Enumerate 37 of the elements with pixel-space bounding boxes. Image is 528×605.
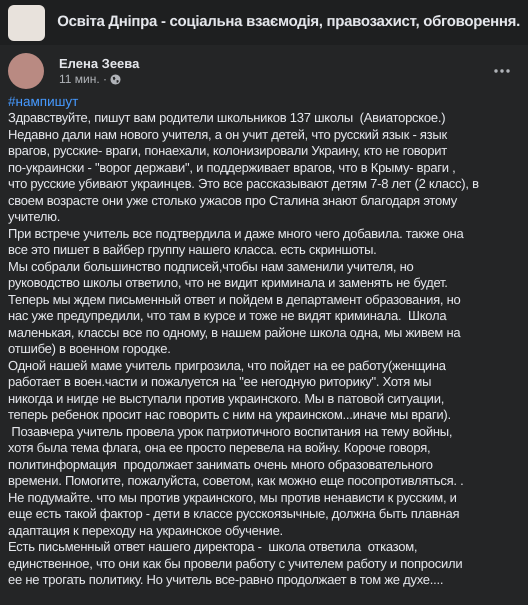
post-text-line: хотя была тема флага, она ее просто перевела на войну. Короче говоря, [8,440,430,456]
author-name[interactable]: Елена Зеева [59,54,140,72]
post-text-line: по-украински - "ворог держави", и поддерживает врагов, что в Крыму- враги , [8,160,456,176]
post-text-line: отшибе) в военном городке. [8,341,171,358]
avatar[interactable] [8,52,44,88]
post-text-line: маленькая, классы все по одному, в нашем районе школа одна, мы живем на [8,324,460,341]
post-text-line: еще есть такой фактор - дети в классе русскоязычные, должна быть плавная [8,506,460,522]
post-text-line: Не подумайте. что мы против украинского, мы против ненависти к русским, и [8,490,457,506]
post-text-line: единственное, что они как бы провели работу с учителем работу и попросили [8,556,462,572]
post-text-line: времени. Помогите, пожалуйста, советом, как можно еще посопротивляться. . [8,473,464,490]
post-text-line: Теперь мы ждем письменный ответ и пойдем в департамент образования, но [8,292,461,308]
post-text-line: ее не трогать политику. Но учитель все-равно продолжает в том же духе.... [8,572,444,588]
hashtag-link[interactable]: #нампишут [8,93,78,110]
post-text-line: учителю. [8,209,60,226]
post-text-line: что русские убивают украинцев. Это все рассказывают детям 7-8 лет (2 класс), в [8,176,479,192]
post-text-line: никогда и нигде не выступали против украинского. Мы в патовой ситуации, [8,390,444,407]
globe-icon [110,74,122,84]
post-text-line: работает в воен.части и пожалуется на "ее негодную риторику". Хотя мы [8,374,432,390]
post-text-line: политинформация продолжает занимать очень много образовательного [8,456,433,473]
post-text-line: своем возрасте они уже столько ужасов про Сталина знают благодаря этому [8,192,458,209]
post-text-line: врагов, русские- враги, понаехали, колонизировали Украину, кто не говорит [8,143,447,160]
post-text-line: Здравствуйте, пишут вам родители школьников 137 школы (Авиаторское.) [8,110,446,126]
post-text-line: Мы собрали большинство подписей,чтобы нам заменили учителя, но [8,258,414,275]
post-text-line: все это пишет в вайбер группу нашего класса. есть скриншоты. [8,242,377,258]
post-text-line: Одной нашей маме учитель пригрозила, что пойдет на ее работу(женщина [8,358,446,374]
post-text-line: теперь ребенок просит нас говорить с ним на украинском...иначе мы враги). [8,407,451,424]
more-options-icon[interactable] [494,68,510,72]
post-time[interactable]: 11 мин. · [59,72,108,86]
post-text-line: Недавно дали нам нового учителя, а он учит детей, что русский язык - язык [8,126,447,143]
group-photo-placeholder[interactable] [8,4,46,40]
post-text-line: При встрече учитель все подтвердила и даже много чего добавила. также она [8,226,464,242]
post-text-line: адаптация к переходу на украинское обучение. [8,522,283,539]
post-text-line: Позавчера учитель провела урок патриотичного воспитания на тему войны, [10,424,452,440]
group-title[interactable]: Освіта Дніпра - соціальна взаємодія, правозахист, обговорення. [57,11,520,34]
post-text-line: руководство школы ответило, что не видит криминала и заменять не будет. [8,275,448,292]
post-text-line: нас уже предупредили, что там в курсе и тоже не видят криминала. Школа [8,308,446,324]
post-text-line: Есть письменный ответ нашего директора - школа ответила отказом, [8,539,418,556]
